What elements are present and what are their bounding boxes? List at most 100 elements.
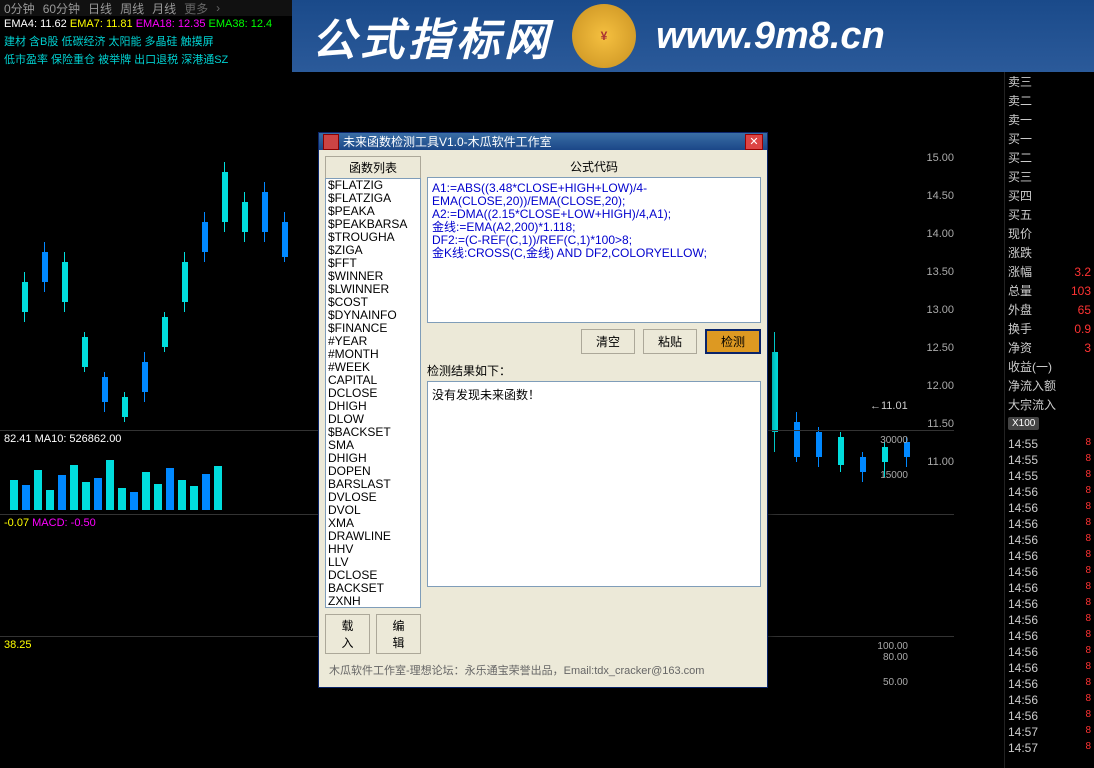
quote-value: 103 [1071, 284, 1091, 298]
close-icon: ✕ [749, 135, 758, 148]
quote-row: 大宗流入 [1005, 395, 1094, 414]
time-row: 14:568 [1005, 549, 1094, 565]
tab-day[interactable]: 日线 [88, 0, 112, 17]
banner-url: www.9m8.cn [656, 15, 885, 58]
quote-label: 买二 [1008, 149, 1032, 166]
quote-row: 换手 0.9 [1005, 319, 1094, 338]
quote-label: 买四 [1008, 187, 1032, 204]
quote-label: 涨幅 [1008, 263, 1032, 280]
time-row: 14:568 [1005, 565, 1094, 581]
quote-value: 65 [1078, 303, 1091, 317]
ema4-label: EMA4: 11.62 [4, 18, 67, 30]
banner-title: 公式指标网 [312, 4, 552, 68]
x100-badge: X100 [1008, 417, 1039, 430]
dialog-footer: 木瓜软件工作室-理想论坛：永乐通宝荣誉出品，Email:tdx_cracker@… [325, 654, 761, 682]
quote-value: 3 [1084, 341, 1091, 355]
time-row: 14:568 [1005, 501, 1094, 517]
tab-month[interactable]: 月线 [152, 0, 176, 17]
detect-button[interactable]: 检测 [705, 329, 761, 354]
sub3-yaxis: 100.00 80.00 50.00 [877, 641, 908, 688]
paste-button[interactable]: 粘贴 [643, 329, 697, 354]
quote-label: 卖一 [1008, 111, 1032, 128]
future-function-dialog: 未来函数检测工具V1.0-木瓜软件工作室 ✕ 函数列表 $FLATZIG$FLA… [318, 132, 768, 688]
quote-row: 涨幅 3.2 [1005, 262, 1094, 281]
tab-0min[interactable]: 0分钟 [4, 0, 35, 17]
quote-value: 0.9 [1074, 322, 1091, 336]
app-icon [323, 134, 339, 150]
dialog-title: 未来函数检测工具V1.0-木瓜软件工作室 [343, 133, 552, 150]
function-item[interactable]: ZXNH [326, 595, 420, 608]
quote-row: 净流入额 [1005, 376, 1094, 395]
quote-row: 买二 [1005, 148, 1094, 167]
dialog-titlebar[interactable]: 未来函数检测工具V1.0-木瓜软件工作室 ✕ [319, 133, 767, 150]
quote-label: 换手 [1008, 320, 1032, 337]
ema38-label: EMA38: 12.4 [209, 18, 273, 30]
quote-row: 买四 [1005, 186, 1094, 205]
time-row: 14:568 [1005, 661, 1094, 677]
time-row: 14:568 [1005, 645, 1094, 661]
time-row: 14:568 [1005, 693, 1094, 709]
quote-label: 净资 [1008, 339, 1032, 356]
load-button[interactable]: 载入 [325, 614, 370, 654]
quote-label: 买三 [1008, 168, 1032, 185]
data-label-11: ←11.01 [870, 400, 908, 412]
quote-label: 大宗流入 [1008, 396, 1056, 413]
quote-label: 买一 [1008, 130, 1032, 147]
time-row: 14:568 [1005, 677, 1094, 693]
time-row: 14:568 [1005, 533, 1094, 549]
quote-label: 收益(一) [1008, 358, 1052, 375]
chevron-right-icon: › [216, 1, 220, 15]
quote-row: 总量 103 [1005, 281, 1094, 300]
quote-label: 外盘 [1008, 301, 1032, 318]
time-row: 14:568 [1005, 613, 1094, 629]
result-label: 检测结果如下： [427, 360, 761, 381]
quote-row: 卖一 [1005, 110, 1094, 129]
quote-value: 3.2 [1074, 265, 1091, 279]
quote-label: 买五 [1008, 206, 1032, 223]
formula-code-header: 公式代码 [427, 156, 761, 177]
time-sales-list: 14:55814:55814:55814:56814:56814:56814:5… [1005, 433, 1094, 757]
ema18-label: EMA18: 12.35 [136, 18, 206, 30]
tab-60min[interactable]: 60分钟 [43, 0, 80, 17]
tab-week[interactable]: 周线 [120, 0, 144, 17]
result-textarea[interactable]: 没有发现未来函数！ [427, 381, 761, 587]
quote-row: 外盘 65 [1005, 300, 1094, 319]
quote-label: 现价 [1008, 225, 1032, 242]
formula-code-textarea[interactable]: A1:=ABS((3.48*CLOSE+HIGH+LOW)/4-EMA(CLOS… [427, 177, 761, 323]
time-row: 14:568 [1005, 629, 1094, 645]
function-listbox[interactable]: $FLATZIG$FLATZIGA$PEAKA$PEAKBARSA$TROUGH… [325, 178, 421, 608]
close-button[interactable]: ✕ [745, 134, 763, 150]
edit-button[interactable]: 编辑 [376, 614, 421, 654]
quote-row: 涨跌 [1005, 243, 1094, 262]
time-row: 14:578 [1005, 741, 1094, 757]
ema7-label: EMA7: 11.81 [70, 18, 133, 30]
quote-row: 买三 [1005, 167, 1094, 186]
time-row: 14:558 [1005, 453, 1094, 469]
time-row: 14:578 [1005, 725, 1094, 741]
time-row: 14:558 [1005, 437, 1094, 453]
quote-row: 现价 [1005, 224, 1094, 243]
time-row: 14:568 [1005, 597, 1094, 613]
time-row: 14:568 [1005, 485, 1094, 501]
time-row: 14:568 [1005, 517, 1094, 533]
time-row: 14:558 [1005, 469, 1094, 485]
quote-row: 卖二 [1005, 91, 1094, 110]
quote-label: 卖二 [1008, 92, 1032, 109]
quote-panel: 卖三卖二卖一买一买二买三买四买五现价涨跌涨幅 3.2 总量 103 外盘 65 换手 0.9 净… [1004, 72, 1094, 768]
time-row: 14:568 [1005, 709, 1094, 725]
function-list-header: 函数列表 [325, 156, 421, 178]
site-banner: 公式指标网 ¥ www.9m8.cn [292, 0, 1094, 72]
quote-label: 净流入额 [1008, 377, 1056, 394]
quote-row: 买五 [1005, 205, 1094, 224]
quote-row: 净资 3 [1005, 338, 1094, 357]
clear-button[interactable]: 清空 [581, 329, 635, 354]
quote-row: 买一 [1005, 129, 1094, 148]
time-row: 14:568 [1005, 581, 1094, 597]
quote-label: 涨跌 [1008, 244, 1032, 261]
quote-row: 收益(一) [1005, 357, 1094, 376]
quote-label: 总量 [1008, 282, 1032, 299]
quote-row: 卖三 [1005, 72, 1094, 91]
banner-logo-icon: ¥ [572, 4, 636, 68]
quote-label: 卖三 [1008, 73, 1032, 90]
tab-more[interactable]: 更多 [184, 0, 208, 17]
